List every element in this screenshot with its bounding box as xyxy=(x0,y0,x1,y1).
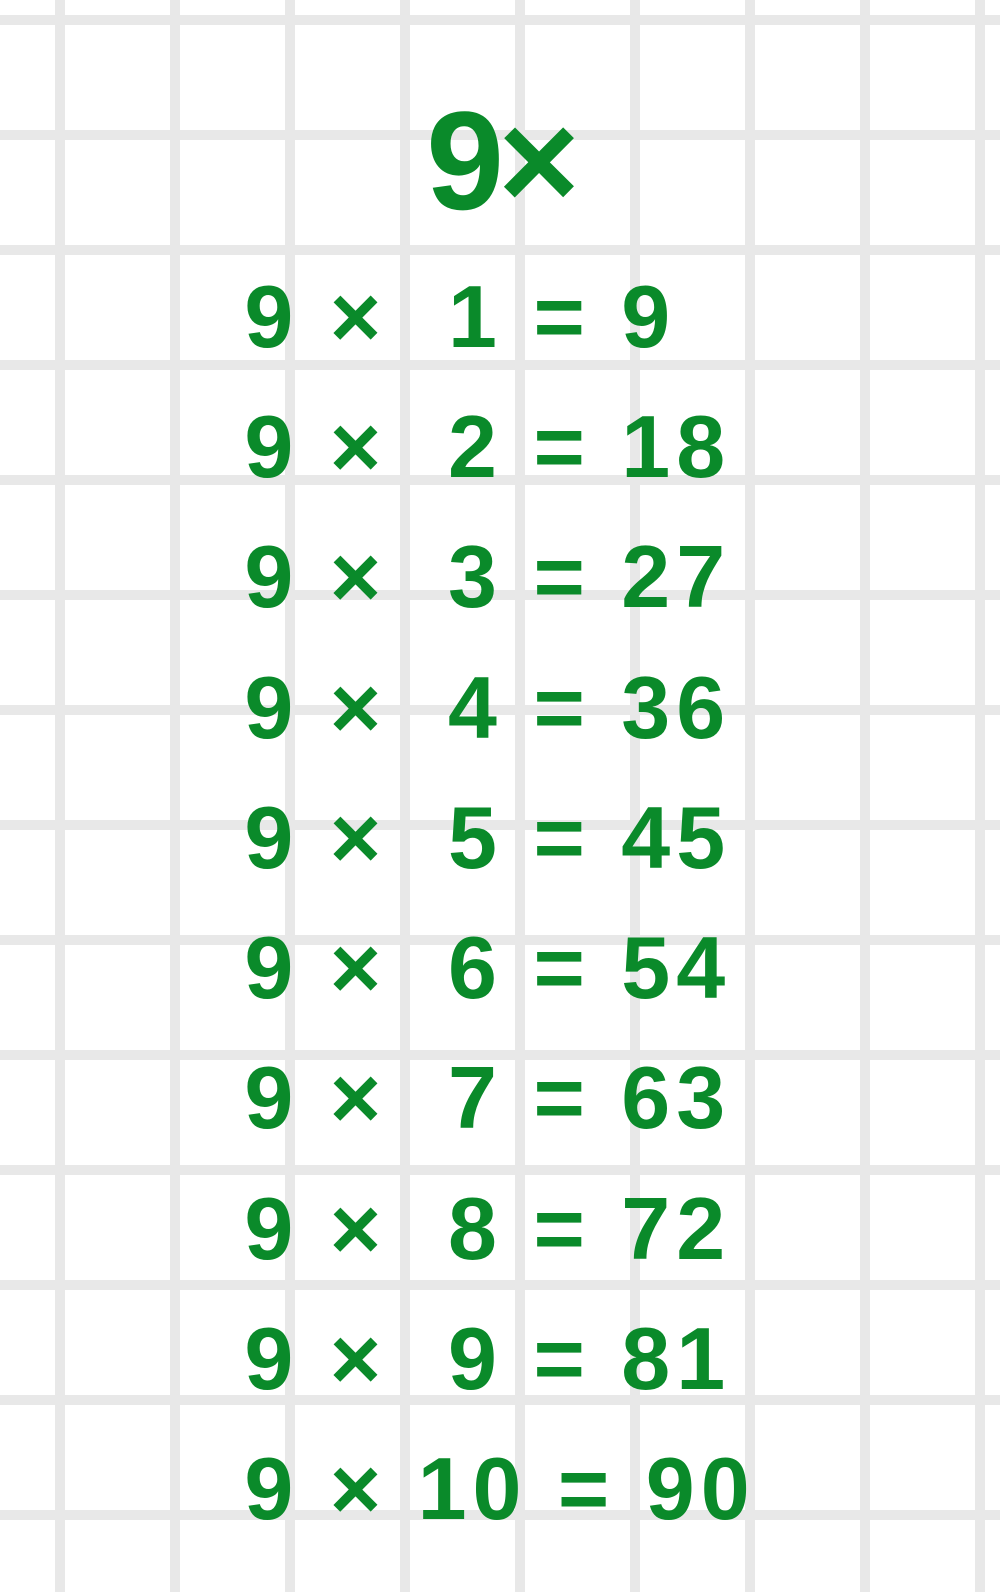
times-sign: × xyxy=(330,1179,387,1278)
product: 81 xyxy=(621,1309,731,1408)
multiplier: 8 xyxy=(448,1179,503,1278)
equals-sign: = xyxy=(533,527,590,626)
multiplicand: 9 xyxy=(244,1048,299,1147)
product: 72 xyxy=(621,1179,731,1278)
product: 9 xyxy=(621,267,676,366)
times-sign: × xyxy=(330,397,387,496)
product: 36 xyxy=(621,658,731,757)
equation-list: 9 × 1 = 9 9 × 2 = 18 9 × 3 = 27 9 × 4 = … xyxy=(244,252,755,1554)
equation-row: 9 × 9 = 81 xyxy=(244,1294,755,1424)
table-title: 9× xyxy=(0,80,1000,242)
equation-row: 9 × 2 = 18 xyxy=(244,382,755,512)
equation-row: 9 × 3 = 27 xyxy=(244,512,755,642)
equation-row: 9 × 10 = 90 xyxy=(244,1424,755,1554)
multiplier: 4 xyxy=(448,658,503,757)
equals-sign: = xyxy=(533,397,590,496)
equals-sign: = xyxy=(533,788,590,887)
equation-row: 9 × 8 = 72 xyxy=(244,1164,755,1294)
equals-sign: = xyxy=(533,267,590,366)
product: 45 xyxy=(621,788,731,887)
equation-row: 9 × 5 = 45 xyxy=(244,773,755,903)
multiplier: 9 xyxy=(448,1309,503,1408)
product: 54 xyxy=(621,918,731,1017)
equals-sign: = xyxy=(533,1179,590,1278)
equals-sign: = xyxy=(558,1439,615,1538)
multiplicand: 9 xyxy=(244,1439,299,1538)
multiplicand: 9 xyxy=(244,918,299,1017)
product: 63 xyxy=(621,1048,731,1147)
equals-sign: = xyxy=(533,918,590,1017)
times-sign: × xyxy=(330,918,387,1017)
product: 90 xyxy=(646,1439,756,1538)
multiplier: 5 xyxy=(448,788,503,887)
times-sign: × xyxy=(330,1439,387,1538)
multiplicand: 9 xyxy=(244,267,299,366)
equation-row: 9 × 6 = 54 xyxy=(244,903,755,1033)
multiplicand: 9 xyxy=(244,788,299,887)
multiplier: 2 xyxy=(448,397,503,496)
equation-row: 9 × 4 = 36 xyxy=(244,643,755,773)
equation-row: 9 × 1 = 9 xyxy=(244,252,755,382)
multiplier: 6 xyxy=(448,918,503,1017)
multiplicand: 9 xyxy=(244,397,299,496)
product: 27 xyxy=(621,527,731,626)
times-sign: × xyxy=(330,1048,387,1147)
equation-row: 9 × 7 = 63 xyxy=(244,1033,755,1163)
times-sign: × xyxy=(330,527,387,626)
multiplicand: 9 xyxy=(244,1179,299,1278)
multiplier: 1 xyxy=(448,267,503,366)
multiplier: 10 xyxy=(418,1439,528,1538)
times-sign: × xyxy=(330,658,387,757)
times-table-sheet: 9× 9 × 1 = 9 9 × 2 = 18 9 × 3 = 27 9 × 4… xyxy=(0,0,1000,1554)
times-sign: × xyxy=(330,1309,387,1408)
times-sign: × xyxy=(330,788,387,887)
product: 18 xyxy=(621,397,731,496)
times-sign: × xyxy=(330,267,387,366)
multiplicand: 9 xyxy=(244,527,299,626)
equals-sign: = xyxy=(533,1048,590,1147)
multiplicand: 9 xyxy=(244,1309,299,1408)
equals-sign: = xyxy=(533,1309,590,1408)
multiplicand: 9 xyxy=(244,658,299,757)
multiplier: 7 xyxy=(448,1048,503,1147)
equals-sign: = xyxy=(533,658,590,757)
multiplier: 3 xyxy=(448,527,503,626)
